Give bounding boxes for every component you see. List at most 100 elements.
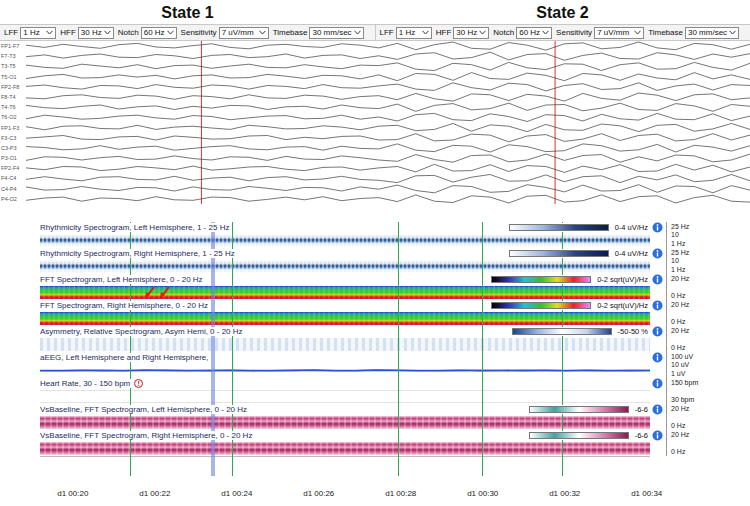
trend-header: FFT Spectrogram, Left Hemisphere, 0 - 20… — [40, 274, 650, 285]
trend-title: Asymmetry, Relative Spectrogram, Asym He… — [40, 327, 245, 336]
trend-title: Heart Rate, 30 - 150 bpm! — [40, 379, 145, 388]
chevron-down-icon — [479, 30, 486, 35]
control-select[interactable]: 30 mm/sec — [685, 27, 739, 39]
control-select[interactable]: 30 Hz — [78, 27, 114, 39]
eeg-trace — [26, 93, 750, 101]
trend-title: VsBaseline, FFT Spectrogram, Left Hemisp… — [40, 405, 249, 414]
axis-ticks: 20 Hz0 Hz — [666, 274, 750, 300]
color-legend: -50-50 % — [509, 327, 648, 336]
aeeg-series — [40, 369, 650, 371]
axis-tick: 30 bpm — [671, 396, 750, 404]
axis-ticks: 100 uV10 uV1 uV — [666, 352, 750, 378]
chevron-down-icon — [104, 30, 111, 35]
axis-tick: 1 Hz — [671, 240, 750, 248]
eeg-trace — [26, 113, 750, 121]
axis-ticks: 150 bpm 30 bpm — [666, 378, 750, 404]
info-icon[interactable] — [652, 222, 663, 233]
info-icon[interactable] — [652, 378, 663, 389]
control-label: Notch — [491, 28, 514, 37]
chevron-down-icon — [354, 30, 361, 35]
trend-row: Asymmetry, Relative Spectrogram, Asym He… — [0, 326, 750, 352]
red-arrow-icon — [145, 286, 155, 298]
trend-title: FFT Spectrogram, Left Hemisphere, 0 - 20… — [40, 275, 205, 284]
trend-header: aEEG, Left Hemisphere and Right Hemisphe… — [40, 352, 650, 363]
eeg-traces: FP1-F7F7-T3T3-T5T5-O1FP2-F8F8-T4T4-T6T6-… — [0, 41, 750, 204]
control-select[interactable]: 1 Hz — [20, 27, 56, 39]
trend-title: aEEG, Left Hemisphere and Right Hemisphe… — [40, 353, 211, 362]
state-title: State 2 — [375, 0, 750, 24]
trend-title: Rhythmicity Spectrogram, Right Hemispher… — [40, 249, 237, 258]
axis-tick: 100 uV — [671, 353, 750, 361]
eeg-trace — [26, 185, 750, 193]
trend-strip — [40, 260, 650, 273]
trend-strip — [40, 286, 650, 299]
trend-title: FFT Spectrogram, Right Hemisphere, 0 - 2… — [40, 301, 210, 310]
red-arrow-icon — [160, 286, 170, 298]
axis-tick: 0 Hz — [671, 318, 750, 326]
state-title: State 1 — [0, 0, 375, 24]
trend-row: Heart Rate, 30 - 150 bpm! 150 bpm 30 bpm — [0, 378, 750, 404]
channel-label: T6-O2 — [0, 112, 26, 122]
control-label: Timebase — [646, 28, 683, 37]
axis-tick: 0 Hz — [671, 422, 750, 430]
alert-icon[interactable]: ! — [134, 379, 143, 388]
time-label: d1 00:20 — [57, 489, 88, 498]
axis-tick: 150 bpm — [671, 379, 750, 387]
trend-row: FFT Spectrogram, Left Hemisphere, 0 - 20… — [0, 274, 750, 300]
channel-label: P3-O1 — [0, 153, 26, 163]
eeg-trace — [26, 134, 750, 142]
color-legend: 0-4 uV/Hz — [506, 223, 648, 232]
control-select[interactable]: 7 uV/mm — [594, 27, 644, 39]
control-label: HFF — [58, 28, 76, 37]
trend-row: FFT Spectrogram, Right Hemisphere, 0 - 2… — [0, 300, 750, 326]
control-label: HFF — [434, 28, 452, 37]
channel-label: FP2-F4 — [0, 163, 26, 173]
time-label: d1 00:30 — [467, 489, 498, 498]
legend-scale — [512, 328, 612, 335]
eeg-trace — [26, 195, 750, 203]
divider-space — [0, 204, 750, 222]
axis-tick: 20 Hz — [671, 275, 750, 283]
axis-ticks: 25 Hz101 Hz — [666, 248, 750, 274]
trend-strip — [40, 312, 650, 325]
info-icon[interactable] — [652, 300, 663, 311]
axis-tick: 10 uV — [671, 361, 750, 369]
info-icon[interactable] — [652, 326, 663, 337]
control-select[interactable]: 30 mm/sec — [309, 27, 363, 39]
trend-row: aEEG, Left Hemisphere and Right Hemisphe… — [0, 352, 750, 378]
color-legend: -6-6 — [526, 405, 648, 414]
legend-scale — [491, 276, 591, 283]
time-label: d1 00:26 — [303, 489, 334, 498]
time-cursor[interactable] — [555, 41, 556, 204]
control-select[interactable]: 30 Hz — [453, 27, 489, 39]
trend-row: VsBaseline, FFT Spectrogram, Left Hemisp… — [0, 404, 750, 430]
axis-tick: 1 Hz — [671, 266, 750, 274]
eeg-waveform-chart — [26, 41, 750, 204]
filter-toolbar: LFF1 HzHFF30 HzNotch60 HzSensitivity7 uV… — [0, 25, 375, 40]
control-select[interactable]: 60 Hz — [141, 27, 177, 39]
info-icon[interactable] — [652, 404, 663, 415]
trend-title: Rhythmicity Spectrogram, Left Hemisphere… — [40, 223, 231, 232]
axis-tick: 10 — [671, 231, 750, 239]
info-icon[interactable] — [652, 352, 663, 363]
time-label: d1 00:22 — [139, 489, 170, 498]
chevron-down-icon — [259, 30, 266, 35]
control-select[interactable]: 60 Hz — [516, 27, 552, 39]
trend-strip — [40, 442, 650, 455]
axis-tick: 20 Hz — [671, 431, 750, 439]
control-select[interactable]: 7 uV/mm — [219, 27, 269, 39]
chevron-down-icon — [46, 30, 53, 35]
channel-label: P4-O2 — [0, 194, 26, 204]
channel-label: T4-T6 — [0, 102, 26, 112]
info-icon[interactable] — [652, 248, 663, 259]
info-icon[interactable] — [652, 274, 663, 285]
trend-row: VsBaseline, FFT Spectrogram, Right Hemis… — [0, 430, 750, 456]
info-icon[interactable] — [652, 430, 663, 441]
trend-strip — [40, 416, 650, 429]
axis-tick: 20 Hz — [671, 301, 750, 309]
control-select[interactable]: 1 Hz — [396, 27, 432, 39]
trend-header: Heart Rate, 30 - 150 bpm! — [40, 378, 650, 389]
eeg-trace — [26, 144, 750, 152]
eeg-review-screen: State 1State 2LFF1 HzHFF30 HzNotch60 HzS… — [0, 0, 750, 506]
chevron-down-icon — [167, 30, 174, 35]
